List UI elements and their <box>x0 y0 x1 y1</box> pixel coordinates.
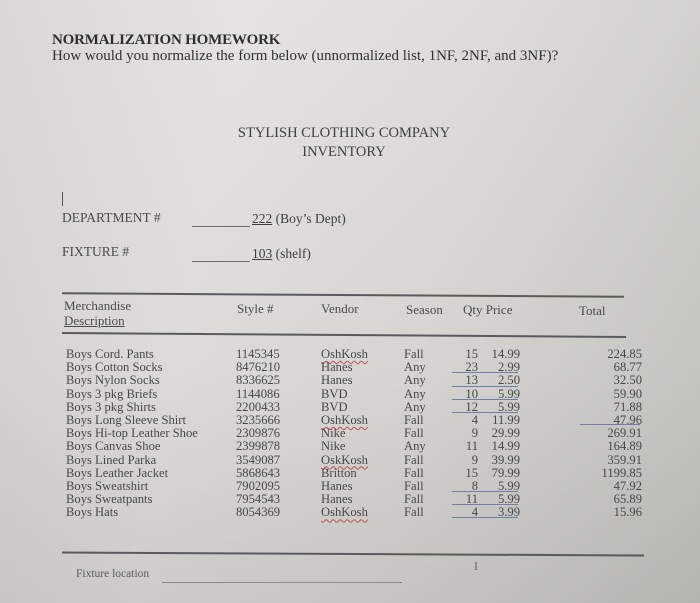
cell-total: 359.91 <box>607 452 642 467</box>
column-style: 1145345 8476210 8336625 1144086 2200433 32356… <box>236 347 281 520</box>
cell-style: 1144086 <box>236 386 280 401</box>
cell-total: 164.89 <box>607 439 642 454</box>
table-top-rule <box>61 292 625 298</box>
cell-description: Boys Leather Jacket <box>66 465 169 480</box>
cell-price: 3.99 <box>452 506 520 519</box>
department-value: 222 (Boy’s Dept) <box>252 211 346 227</box>
pen-tick-mark: I <box>474 559 478 573</box>
cell-total: 32.50 <box>613 373 642 388</box>
fixture-value: 103 (shelf) <box>252 246 311 262</box>
vendor-text: Hanes <box>321 373 353 388</box>
total-pen-underline <box>580 424 640 425</box>
fixture-note: (shelf) <box>275 246 311 261</box>
company-subtitle: INVENTORY <box>302 144 386 160</box>
cell-style: 2200433 <box>236 399 281 414</box>
cell-qty: 11 <box>465 439 478 454</box>
cell-season: Any <box>404 373 426 388</box>
header-qty-price: Qty Price <box>463 302 513 317</box>
cell-season: Fall <box>404 505 424 520</box>
header-description: Description <box>64 313 125 328</box>
header-style: Style # <box>237 301 274 316</box>
cell-description: Boys Nylon Socks <box>66 373 160 388</box>
department-note: (Boy’s Dept) <box>275 211 346 226</box>
company-name: STYLISH CLOTHING COMPANY <box>237 125 451 141</box>
cell-season: Any <box>404 386 426 401</box>
cell-description: Boys 3 pkg Shirts <box>66 399 156 414</box>
cell-season: Fall <box>404 465 424 480</box>
fixture-underline <box>192 261 250 262</box>
cell-price: 79.99 <box>491 465 520 480</box>
vendor-text: OshKosh <box>321 505 368 520</box>
cell-description: Boys Lined Parka <box>66 452 157 467</box>
vendor-text: Britton <box>321 465 357 480</box>
vendor-text: Nike <box>321 439 346 454</box>
column-total: 224.85 68.77 32.50 59.90 71.88 47.96 269.91 164… <box>590 347 642 520</box>
vendor-text: OshKosh <box>321 412 368 427</box>
pen-mark <box>62 192 63 206</box>
fixture-label: FIXTURE # <box>62 244 130 259</box>
cell-style: 8336625 <box>236 373 281 388</box>
vendor-text: OshKosh <box>321 347 368 361</box>
vendor-text: BVD <box>321 399 348 414</box>
cell-description: Boys Canvas Shoe <box>66 439 161 454</box>
cell-price: 14.99 <box>491 439 520 454</box>
department-underline <box>192 226 250 227</box>
cell-description: Boys Hats <box>66 505 119 520</box>
cell-total: 71.88 <box>613 399 642 414</box>
column-qty: 15 23 13 10 12 4 9 11 9 15 8 11 4 <box>452 347 478 519</box>
header-bottom-rule <box>61 332 627 338</box>
department-label: DEPARTMENT # <box>62 210 161 225</box>
cell-qty: 9 <box>471 452 478 467</box>
vendor-text: OskKosh <box>321 452 368 467</box>
cell-style: 3549087 <box>236 452 281 467</box>
table-bottom-rule <box>62 551 644 557</box>
header-total: Total <box>579 303 606 318</box>
cell-total: 15.96 <box>613 505 642 520</box>
vendor-text: BVD <box>321 386 348 401</box>
vendor-text: Hanes <box>321 478 353 493</box>
column-description: Boys Cord. Pants Boys Cotton Socks Boys Ny… <box>66 347 198 520</box>
cell-price: 5.99 <box>452 400 520 414</box>
column-price: 14.99 2.99 2.50 5.99 5.99 11.99 29.99 14.99 39.9… <box>452 347 520 519</box>
cell-vendor: OshKosh <box>321 506 368 519</box>
header-merchandise: Merchandise <box>64 298 132 313</box>
homework-title: NORMALIZATION HOMEWORK <box>52 32 281 48</box>
cell-season: Any <box>404 399 426 414</box>
fixture-location-label: Fixture location <box>76 568 150 580</box>
cell-season: Any <box>404 439 426 454</box>
column-season: Fall Any Any Any Any Fall Fall Any Fall Fall Fall F… <box>404 347 426 520</box>
vendor-text: Nike <box>321 426 346 441</box>
fixture-location-line <box>162 582 402 583</box>
header-season: Season <box>406 302 443 317</box>
header-merchandise-description: Merchandise Description <box>64 298 131 328</box>
cell-price: 39.99 <box>491 452 520 467</box>
vendor-text: Hanes <box>321 492 353 507</box>
cell-style: 2399878 <box>236 439 281 454</box>
homework-question: How would you normalize the form below (… <box>52 48 559 64</box>
column-vendor: OshKosh Hanes Hanes BVD BVD OshKosh Nike Nike Os… <box>321 347 368 519</box>
vendor-text: Hanes <box>321 360 353 375</box>
cell-price: 2.50 <box>452 374 520 387</box>
cell-style: 8054369 <box>236 505 281 520</box>
cell-total: 59.90 <box>613 386 642 401</box>
cell-style: 5868643 <box>236 465 281 480</box>
header-vendor: Vendor <box>321 301 359 316</box>
cell-qty: 15 <box>465 465 478 480</box>
cell-total: 1199.85 <box>601 465 642 480</box>
department-number: 222 <box>252 211 273 226</box>
cell-description: Boys 3 pkg Briefs <box>66 386 158 401</box>
company-heading: STYLISH CLOTHING COMPANY INVENTORY <box>0 124 688 162</box>
cell-season: Fall <box>404 452 424 467</box>
fixture-number: 103 <box>252 246 273 261</box>
cell-price: 5.99 <box>452 387 520 401</box>
